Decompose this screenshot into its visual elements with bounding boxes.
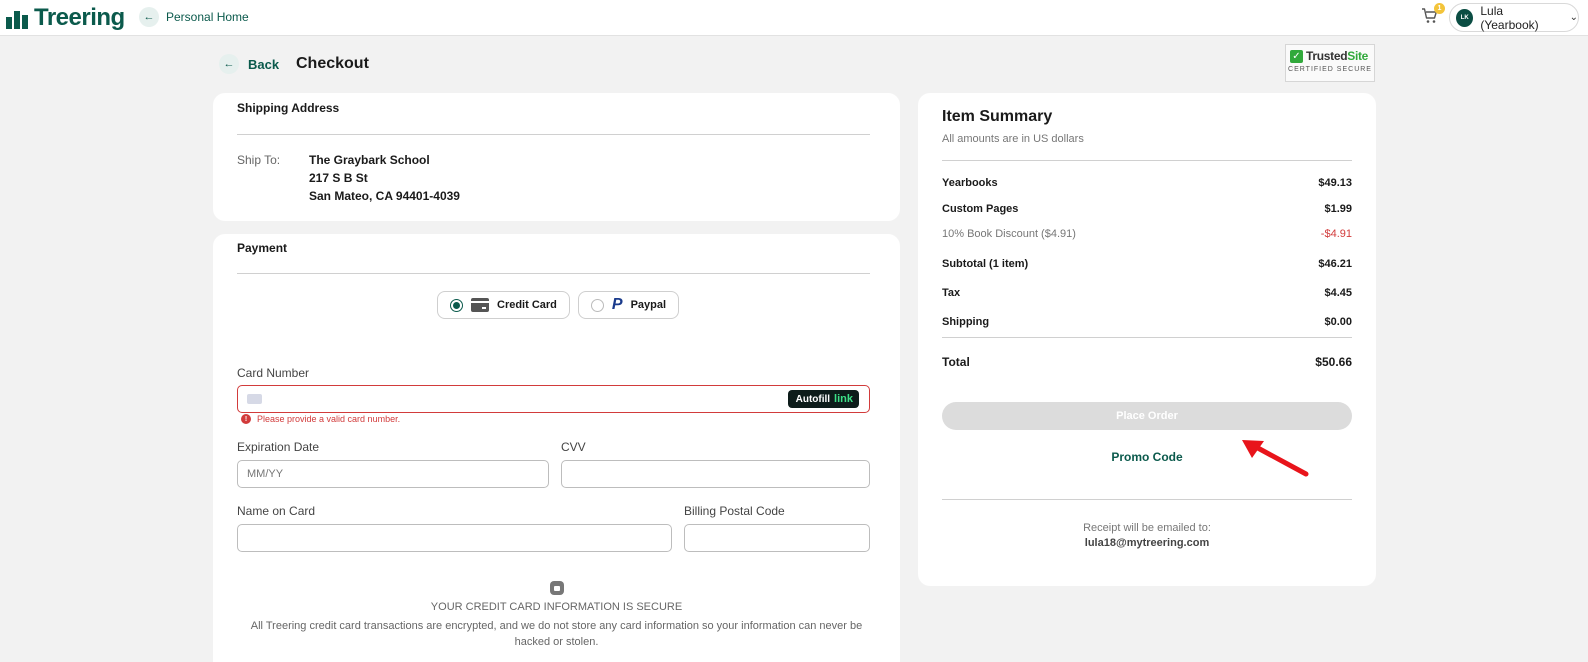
payment-title: Payment xyxy=(237,241,288,255)
lock-icon xyxy=(549,581,564,595)
secure-title: YOUR CREDIT CARD INFORMATION IS SECURE xyxy=(430,601,683,613)
card-number-label: Card Number xyxy=(237,366,310,380)
error-text: Please provide a valid card number. xyxy=(257,414,401,424)
line-item-total: Total $50.66 xyxy=(942,355,1352,369)
trustedsite-subtitle: CERTIFIED SECURE xyxy=(1288,66,1372,73)
divider xyxy=(942,337,1352,338)
page-title: Checkout xyxy=(296,55,369,72)
trustedsite-badge[interactable]: ✓ TrustedSite CERTIFIED SECURE xyxy=(1285,44,1375,82)
back-button[interactable]: ← Back xyxy=(219,54,279,74)
line-item-subtotal: Subtotal (1 item) $46.21 xyxy=(942,258,1352,270)
address-line-1: The Graybark School xyxy=(309,153,430,167)
credit-card-option[interactable]: Credit Card xyxy=(437,291,570,319)
address-line-2: 217 S B St xyxy=(309,171,368,185)
billing-postal-label: Billing Postal Code xyxy=(684,504,785,518)
summary-title: Item Summary xyxy=(942,108,1053,125)
expiration-input[interactable] xyxy=(237,460,549,488)
trustedsite-name: TrustedSite xyxy=(1306,49,1369,63)
line-item-yearbooks: Yearbooks $49.13 xyxy=(942,177,1352,189)
credit-card-label: Credit Card xyxy=(497,299,557,311)
line-item-custom-pages: Custom Pages $1.99 xyxy=(942,203,1352,215)
total-amount: $50.66 xyxy=(1315,355,1352,369)
line-item-tax: Tax $4.45 xyxy=(942,287,1352,299)
receipt-label: Receipt will be emailed to: xyxy=(1083,522,1211,534)
line-item-label: Tax xyxy=(942,287,961,299)
line-item-label: Custom Pages xyxy=(942,203,1019,215)
secure-notice: YOUR CREDIT CARD INFORMATION IS SECURE A… xyxy=(213,581,900,650)
paypal-icon: P xyxy=(611,296,623,313)
line-item-amount: $1.99 xyxy=(1324,203,1352,215)
item-summary-card: Item Summary All amounts are in US dolla… xyxy=(918,93,1376,586)
line-item-label: Shipping xyxy=(942,316,990,328)
treering-logo[interactable]: Treering xyxy=(6,4,125,32)
personal-home-link[interactable]: ← Personal Home xyxy=(139,6,249,28)
receipt-info: Receipt will be emailed to: lula18@mytre… xyxy=(918,521,1376,551)
paypal-label: Paypal xyxy=(630,299,667,311)
line-item-label: Yearbooks xyxy=(942,177,998,189)
shipping-title: Shipping Address xyxy=(237,101,340,115)
link-brand-label: link xyxy=(834,393,853,405)
secure-description: All Treering credit card transactions ar… xyxy=(250,620,863,648)
back-label: Back xyxy=(248,56,280,72)
card-number-input[interactable]: Autofill link xyxy=(237,385,870,413)
account-menu[interactable]: LK Lula (Yearbook) ⌄ xyxy=(1449,3,1579,32)
cvv-label: CVV xyxy=(561,440,586,454)
billing-postal-input[interactable] xyxy=(684,524,870,552)
autofill-label: Autofill xyxy=(795,393,831,405)
error-icon: ! xyxy=(241,414,251,424)
personal-home-label: Personal Home xyxy=(166,10,249,24)
arrow-left-icon: ← xyxy=(219,54,239,74)
card-icon xyxy=(247,394,262,404)
receipt-email: lula18@mytreering.com xyxy=(1084,537,1210,549)
top-nav: Treering ← Personal Home 1 LK Lula (Year… xyxy=(0,0,1588,36)
total-label: Total xyxy=(942,355,970,369)
line-item-shipping: Shipping $0.00 xyxy=(942,316,1352,328)
line-item-amount: $4.45 xyxy=(1324,287,1352,299)
line-item-label: Subtotal (1 item) xyxy=(942,258,1029,270)
avatar: LK xyxy=(1456,8,1474,27)
shipping-address-card: Shipping Address Ship To: The Graybark S… xyxy=(213,93,900,221)
paypal-option[interactable]: P Paypal xyxy=(577,291,680,319)
divider xyxy=(942,499,1352,500)
card-number-error: ! Please provide a valid card number. xyxy=(241,414,400,424)
name-on-card-label: Name on Card xyxy=(237,504,316,518)
place-order-button[interactable]: Place Order xyxy=(942,402,1352,430)
paypal-radio[interactable] xyxy=(590,298,604,312)
line-item-label: 10% Book Discount ($4.91) xyxy=(942,228,1076,240)
autofill-link-button[interactable]: Autofill link xyxy=(787,390,859,408)
cart-button[interactable]: 1 xyxy=(1420,3,1445,28)
credit-card-icon xyxy=(471,298,489,312)
cart-count-badge: 1 xyxy=(1434,3,1445,14)
address-line-3: San Mateo, CA 94401-4039 xyxy=(309,189,460,203)
checkmark-icon: ✓ xyxy=(1290,49,1303,63)
line-item-amount: -$4.91 xyxy=(1320,228,1352,240)
expiration-label: Expiration Date xyxy=(237,440,320,454)
line-item-amount: $46.21 xyxy=(1318,258,1352,270)
logo-text: Treering xyxy=(34,4,125,31)
chevron-down-icon: ⌄ xyxy=(1569,12,1578,23)
line-item-amount: $49.13 xyxy=(1318,177,1352,189)
cvv-input[interactable] xyxy=(561,460,870,488)
account-name: Lula (Yearbook) xyxy=(1480,3,1539,32)
ship-to-label: Ship To: xyxy=(237,153,281,167)
payment-card: Payment Credit Card P Paypal Card Number… xyxy=(213,234,900,662)
divider xyxy=(237,134,870,135)
treering-logo-icon xyxy=(6,7,28,29)
name-on-card-input[interactable] xyxy=(237,524,672,552)
credit-card-radio[interactable] xyxy=(450,298,463,312)
summary-subtitle: All amounts are in US dollars xyxy=(942,133,1084,145)
promo-code-link[interactable]: Promo Code xyxy=(918,450,1376,464)
ship-to-address: The Graybark School 217 S B St San Mateo… xyxy=(309,151,460,205)
divider xyxy=(942,160,1352,161)
line-item-discount: 10% Book Discount ($4.91) -$4.91 xyxy=(942,228,1352,240)
arrow-left-icon: ← xyxy=(139,7,159,27)
payment-method-options: Credit Card P Paypal xyxy=(437,291,680,319)
line-item-amount: $0.00 xyxy=(1324,316,1352,328)
divider xyxy=(237,273,870,274)
